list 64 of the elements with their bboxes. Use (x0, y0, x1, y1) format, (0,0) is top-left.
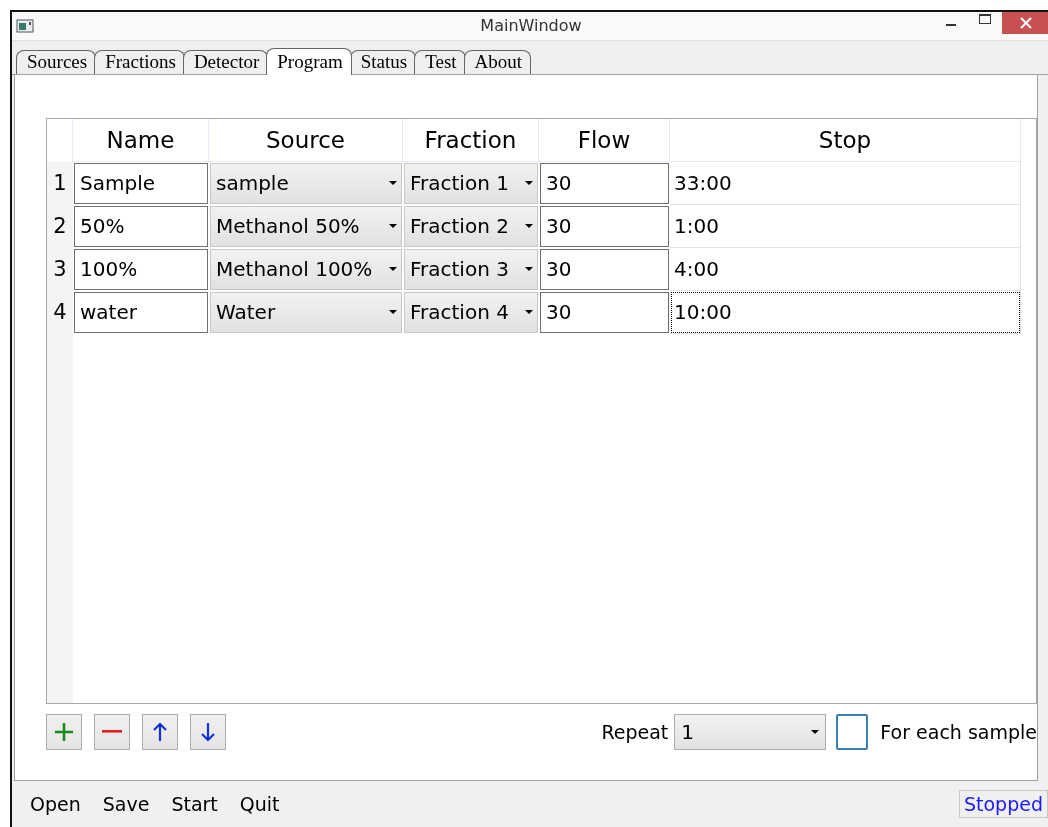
fraction-dropdown[interactable]: Fraction 1 (404, 162, 538, 204)
menu-item[interactable]: Save (94, 793, 158, 816)
source-dropdown[interactable]: Methanol 50% (210, 205, 402, 247)
tab[interactable]: Detector (182, 49, 269, 74)
column-header: Source (209, 118, 403, 162)
fraction-dropdown[interactable]: Fraction 3 (404, 248, 538, 290)
move-down-button[interactable] (190, 713, 226, 750)
add-row-button[interactable] (46, 713, 82, 750)
tab[interactable]: Sources (16, 49, 97, 74)
source-dropdown[interactable]: Methanol 100% (210, 248, 402, 290)
checkbox-label: For each sample (880, 720, 1037, 743)
minus-icon (102, 730, 122, 734)
tab[interactable]: About (463, 49, 532, 74)
dropdown-caret-icon (389, 310, 397, 315)
maximize-icon (979, 14, 991, 24)
dropdown-caret-icon (389, 181, 397, 186)
tab[interactable]: Test (414, 49, 466, 74)
move-up-button[interactable] (142, 713, 178, 750)
flow-field[interactable]: 30 (540, 248, 669, 290)
menu-item[interactable]: Start (163, 793, 226, 816)
fraction-dropdown[interactable]: Fraction 4 (404, 291, 538, 333)
stop-cell[interactable]: 1:00 (670, 204, 1021, 248)
dropdown-caret-icon (525, 224, 533, 229)
dropdown-caret-icon (389, 267, 397, 272)
app-icon (16, 18, 34, 33)
fraction-dropdown[interactable]: Fraction 2 (404, 205, 538, 247)
repeat-dropdown[interactable]: 1 (674, 713, 827, 750)
name-field[interactable]: water (74, 291, 208, 333)
remove-row-button[interactable] (94, 713, 130, 750)
column-header: Fraction (403, 118, 539, 162)
row-number: 1 (47, 161, 73, 205)
column-header: Stop (670, 118, 1021, 162)
checkbox[interactable] (836, 713, 869, 750)
name-field[interactable]: Sample (74, 162, 208, 204)
status-label: Stopped (959, 790, 1048, 819)
column-header: Name (73, 118, 209, 162)
menu-item[interactable]: Open (22, 793, 89, 816)
row-number: 3 (47, 247, 73, 291)
name-field[interactable]: 50% (74, 205, 208, 247)
close-icon (1020, 17, 1032, 29)
dropdown-caret-icon (525, 267, 533, 272)
flow-field[interactable]: 30 (540, 205, 669, 247)
dropdown-caret-icon (389, 224, 397, 229)
stop-cell[interactable]: 4:00 (670, 247, 1021, 291)
dropdown-caret-icon (525, 310, 533, 315)
source-dropdown[interactable]: sample (210, 162, 402, 204)
add-icon (53, 720, 75, 743)
close-button[interactable] (1002, 12, 1048, 34)
repeat-label: Repeat (601, 720, 669, 743)
stop-cell[interactable]: 10:00 (670, 290, 1021, 334)
dropdown-caret-icon (525, 181, 533, 186)
dropdown-caret-icon (811, 729, 820, 734)
flow-field[interactable]: 30 (540, 291, 669, 333)
window-title: MainWindow (480, 16, 582, 35)
column-header: Flow (539, 118, 670, 162)
source-dropdown[interactable]: Water (210, 291, 402, 333)
tab[interactable]: Program (266, 47, 352, 75)
stop-cell[interactable]: 33:00 (670, 161, 1021, 205)
menu-item[interactable]: Quit (231, 793, 288, 816)
tab[interactable]: Fractions (94, 49, 185, 74)
row-number: 2 (47, 204, 73, 248)
name-field[interactable]: 100% (74, 248, 208, 290)
flow-field[interactable]: 30 (540, 162, 669, 204)
row-number: 4 (47, 290, 73, 334)
